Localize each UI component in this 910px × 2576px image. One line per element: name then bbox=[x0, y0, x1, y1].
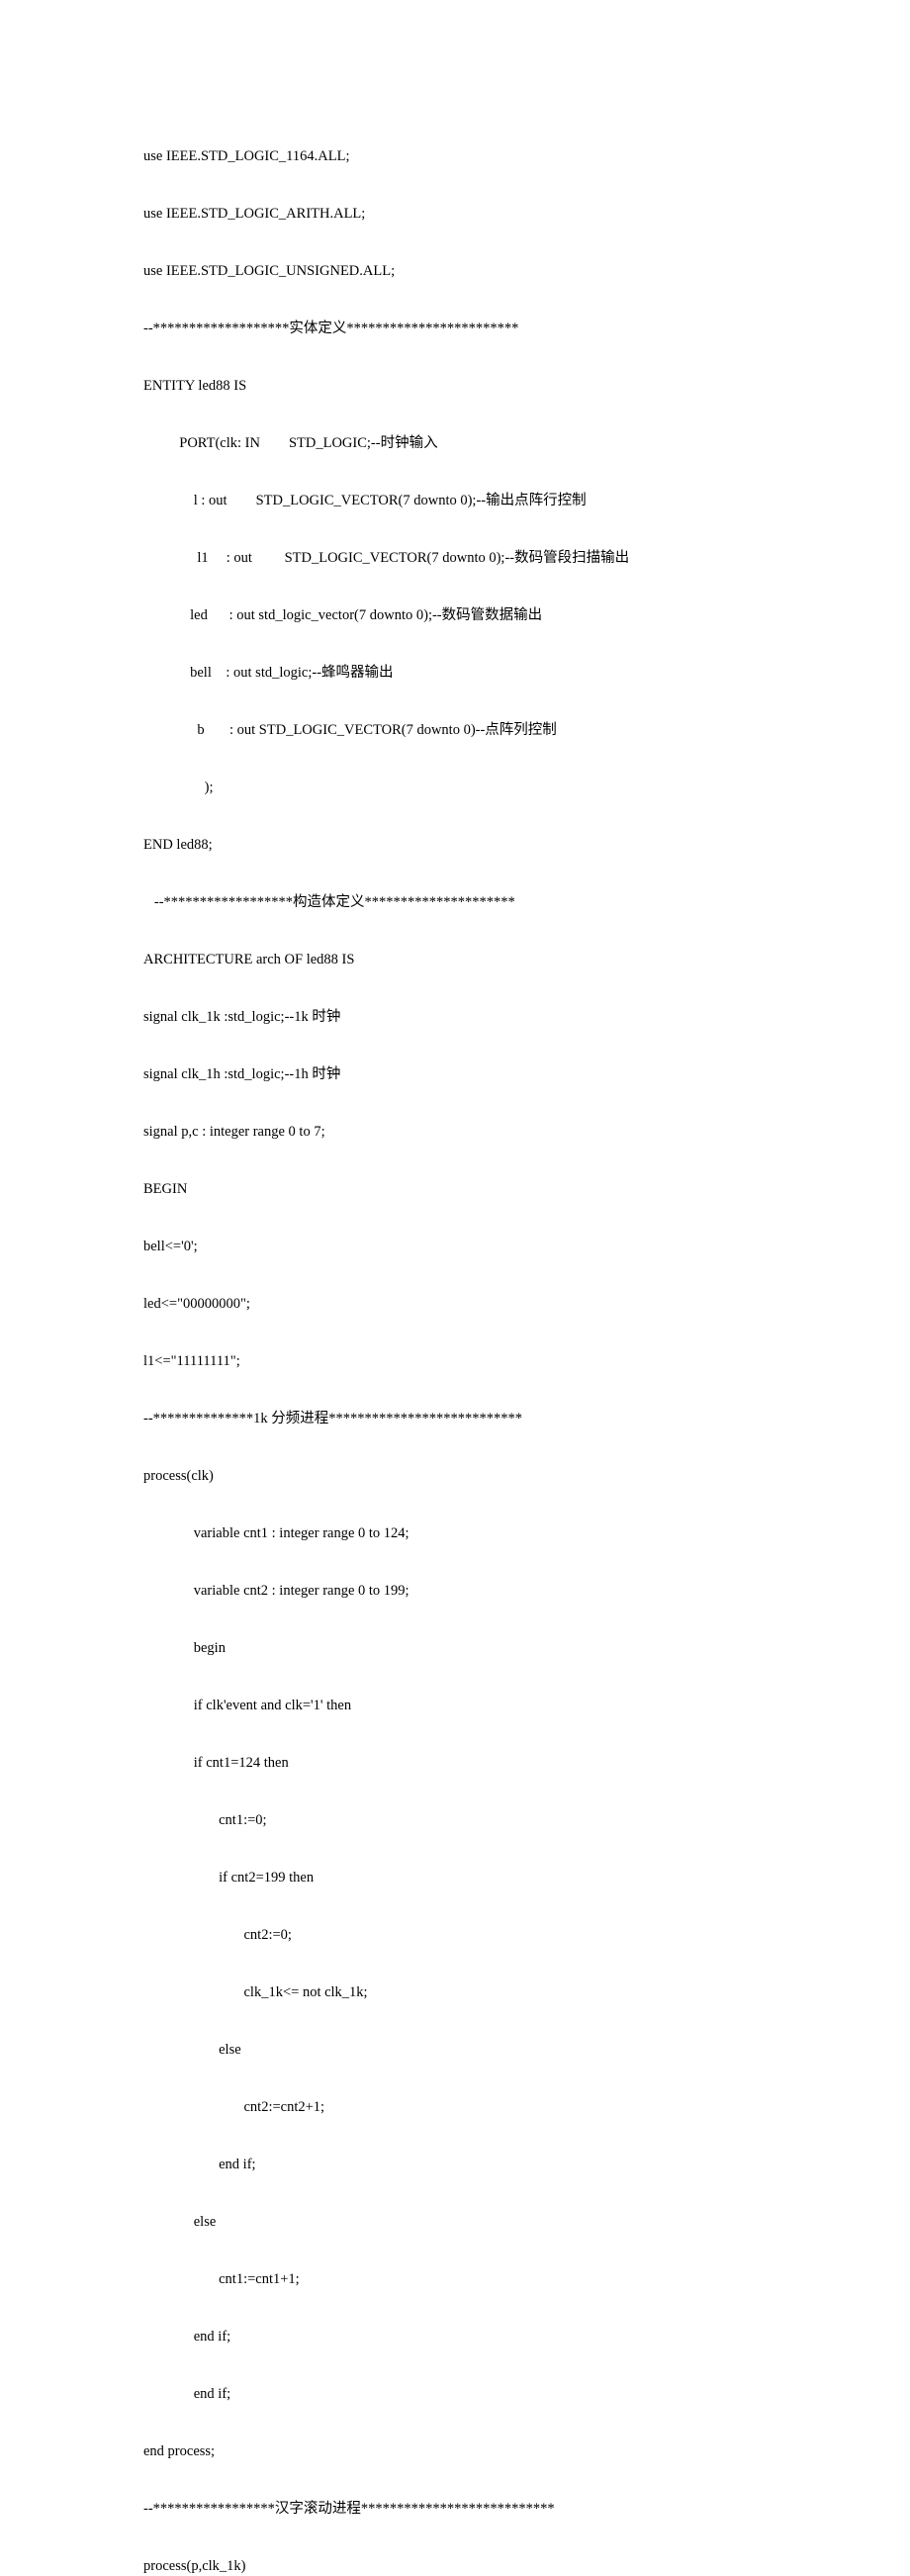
code-line: variable cnt2 : integer range 0 to 199; bbox=[143, 1577, 767, 1606]
code-line: cnt1:=0; bbox=[143, 1806, 767, 1835]
code-line: l : out STD_LOGIC_VECTOR(7 downto 0);--输… bbox=[143, 487, 767, 515]
code-line: led : out std_logic_vector(7 downto 0);-… bbox=[143, 601, 767, 630]
code-line: led<="00000000"; bbox=[143, 1290, 767, 1319]
code-line: bell<='0'; bbox=[143, 1233, 767, 1261]
code-line: if clk'event and clk='1' then bbox=[143, 1692, 767, 1720]
code-line: use IEEE.STD_LOGIC_UNSIGNED.ALL; bbox=[143, 257, 767, 286]
code-line: end if; bbox=[143, 2323, 767, 2351]
code-line: BEGIN bbox=[143, 1175, 767, 1204]
code-line: ENTITY led88 IS bbox=[143, 372, 767, 401]
code-line: signal clk_1k :std_logic;--1k 时钟 bbox=[143, 1003, 767, 1032]
code-line: --*****************汉字滚动进程***************… bbox=[143, 2495, 767, 2524]
code-line: l1<="11111111"; bbox=[143, 1347, 767, 1376]
code-line: --*******************实体定义***************… bbox=[143, 315, 767, 343]
code-line: --******************构造体定义***************… bbox=[143, 888, 767, 917]
code-line: process(p,clk_1k) bbox=[143, 2552, 767, 2576]
code-line: if cnt1=124 then bbox=[143, 1749, 767, 1778]
code-line: end if; bbox=[143, 2380, 767, 2409]
code-line: ARCHITECTURE arch OF led88 IS bbox=[143, 946, 767, 974]
code-line: END led88; bbox=[143, 831, 767, 860]
document-page: use IEEE.STD_LOGIC_1164.ALL; use IEEE.ST… bbox=[0, 0, 910, 2576]
code-line: cnt2:=0; bbox=[143, 1921, 767, 1950]
code-line: l1 : out STD_LOGIC_VECTOR(7 downto 0);--… bbox=[143, 544, 767, 573]
code-line: ); bbox=[143, 774, 767, 802]
code-line: begin bbox=[143, 1634, 767, 1663]
code-line: variable cnt1 : integer range 0 to 124; bbox=[143, 1519, 767, 1548]
code-line: else bbox=[143, 2208, 767, 2237]
code-line: end process; bbox=[143, 2438, 767, 2466]
code-line: cnt2:=cnt2+1; bbox=[143, 2093, 767, 2122]
code-line: signal clk_1h :std_logic;--1h 时钟 bbox=[143, 1060, 767, 1089]
code-line: cnt1:=cnt1+1; bbox=[143, 2265, 767, 2294]
code-line: use IEEE.STD_LOGIC_1164.ALL; bbox=[143, 142, 767, 171]
code-line: if cnt2=199 then bbox=[143, 1864, 767, 1892]
code-line: end if; bbox=[143, 2151, 767, 2179]
code-line: bell : out std_logic;--蜂鸣器输出 bbox=[143, 659, 767, 688]
code-line: else bbox=[143, 2036, 767, 2065]
code-line: use IEEE.STD_LOGIC_ARITH.ALL; bbox=[143, 200, 767, 229]
code-line: --**************1k 分频进程*****************… bbox=[143, 1405, 767, 1433]
code-line: PORT(clk: IN STD_LOGIC;--时钟输入 bbox=[143, 429, 767, 458]
code-line: signal p,c : integer range 0 to 7; bbox=[143, 1118, 767, 1147]
code-line: b : out STD_LOGIC_VECTOR(7 downto 0)--点阵… bbox=[143, 716, 767, 745]
code-line: clk_1k<= not clk_1k; bbox=[143, 1978, 767, 2007]
code-line: process(clk) bbox=[143, 1462, 767, 1491]
